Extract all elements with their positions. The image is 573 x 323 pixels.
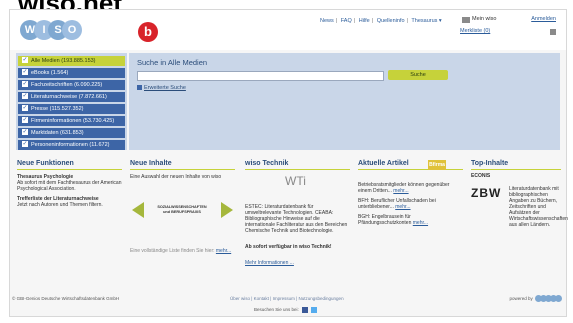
- share-label: Besuchen Sie uns bei:: [254, 307, 299, 313]
- menu-item-alle-medien[interactable]: ✓ Alle Medien (193.885.153): [18, 56, 125, 66]
- slide-line2: und BERUFSPRAXIS: [163, 210, 201, 214]
- arrow-right-icon[interactable]: [221, 202, 233, 218]
- menu-item-label: Fachzeitschriften (6.090.225): [31, 82, 103, 88]
- my-wiso-icon: [462, 17, 470, 23]
- social-share: Besuchen Sie uns bei:: [254, 307, 318, 313]
- technik-text: ESTEC: Literaturdatenbank für umweltrele…: [245, 204, 348, 234]
- menu-item-label: Firmeninformationen (53.730.425): [31, 118, 115, 124]
- checkbox-icon[interactable]: ✓: [22, 92, 28, 99]
- news-p2: Jetzt nach Autoren und Themen filtern.: [17, 202, 103, 208]
- wiso-page: W I S O b News | FAQ | Hilfe | Quelleninfo |…: [9, 9, 568, 317]
- my-wiso-link[interactable]: Mein wiso: [472, 16, 496, 22]
- header: W I S O b News | FAQ | Hilfe | Quelleninfo |…: [10, 10, 566, 50]
- article-3-text: BGH: Engelbrausein für Pfändungsschutzko…: [358, 214, 412, 226]
- checkbox-icon[interactable]: ✓: [22, 80, 28, 87]
- article-2[interactable]: BFH: Beruflicher Unfallschaden bei unter…: [358, 198, 463, 210]
- wiso-logo[interactable]: W I S O: [20, 20, 120, 40]
- menu-item-label: Presse (115.527.352): [31, 106, 84, 112]
- watchlist-icon: [550, 29, 556, 35]
- firma-badge: Bfirma: [428, 160, 446, 170]
- wti-logo: WTi: [285, 174, 306, 188]
- user-box: Mein wiso Anmelden Merkliste (0): [460, 16, 560, 40]
- slide-caption[interactable]: SOZIALWISSENSCHAFTEN und BERUFSPRAXIS: [152, 205, 212, 215]
- new-content-more: Eine vollständige Liste finden Sie hier:…: [130, 248, 231, 254]
- search-button[interactable]: Suche: [388, 70, 448, 80]
- checkbox-icon[interactable]: ✓: [22, 116, 28, 123]
- article-2-more[interactable]: mehr...: [395, 204, 410, 210]
- news-column: Neue Funktionen Thesaurus Psychologie Ab…: [17, 160, 122, 270]
- article-3[interactable]: BGH: Engelbrausein für Pfändungsschutzko…: [358, 214, 463, 226]
- genios-logo-icon[interactable]: [535, 295, 562, 303]
- content-slider: SOZIALWISSENSCHAFTEN und BERUFSPRAXIS: [130, 194, 235, 228]
- footer-links[interactable]: Über wiso | Kontakt | Impressum | Nutzun…: [230, 296, 344, 301]
- menu-item-label: Literaturnachweise (7.872.661): [31, 94, 107, 100]
- menu-item-fachzeitschriften[interactable]: ✓ Fachzeitschriften (6.090.225): [18, 80, 125, 90]
- top-nav: News | FAQ | Hilfe | Quelleninfo | Thesaurus…: [320, 18, 442, 24]
- copyright: © GBI-Genios Deutsche Wirtschaftsdatenba…: [12, 296, 120, 301]
- checkbox-icon[interactable]: ✓: [22, 104, 28, 111]
- nav-quelleninfo[interactable]: Quelleninfo: [377, 18, 405, 24]
- technik-link[interactable]: Mehr Informationen ...: [245, 260, 294, 266]
- more-text: Eine vollständige Liste finden Sie hier:: [130, 248, 215, 254]
- checkbox-icon[interactable]: ✓: [22, 140, 28, 147]
- checkbox-icon[interactable]: ✓: [22, 68, 28, 75]
- plus-icon: [137, 85, 142, 91]
- nav-news[interactable]: News: [320, 18, 334, 24]
- new-content-title: Neue Inhalte: [130, 160, 235, 170]
- technik-column: wiso Technik WTi ESTEC: Literaturdatenba…: [245, 160, 350, 270]
- new-content-column: Neue Inhalte Eine Auswahl der neuen Inha…: [130, 160, 235, 270]
- advanced-search-label: Erweiterte Suche: [144, 85, 186, 91]
- econis-label: ECONIS: [471, 173, 491, 179]
- arrow-left-icon[interactable]: [132, 202, 144, 218]
- article-3-more[interactable]: mehr...: [413, 220, 428, 226]
- article-1-more[interactable]: mehr...: [393, 188, 408, 194]
- menu-item-marktdaten[interactable]: ✓ Marktdaten (631.853): [18, 128, 125, 138]
- menu-item-label: Marktdaten (631.853): [31, 130, 84, 136]
- menu-item-personeninformationen[interactable]: ✓ Personeninformationen (11.672): [18, 140, 125, 150]
- top-content-column: Top-Inhalte ECONIS ZBW Literaturdatenban…: [471, 160, 568, 270]
- article-1[interactable]: Betriebsratsmitglieder können gegenüber …: [358, 182, 463, 194]
- zbw-logo: ZBW: [471, 186, 502, 200]
- b-badge[interactable]: b: [138, 22, 158, 42]
- powered-by: powered by: [509, 295, 562, 303]
- checkbox-icon[interactable]: ✓: [22, 128, 28, 135]
- media-menu: ✓ Alle Medien (193.885.153) ✓ eBooks (1.56…: [16, 53, 127, 150]
- search-title: Suche in Alle Medien: [137, 58, 208, 67]
- logo-letter-o: O: [62, 20, 82, 40]
- menu-item-label: eBooks (1.564): [31, 70, 69, 76]
- nav-thesaurus[interactable]: Thesaurus ▾: [411, 18, 441, 24]
- new-content-intro: Eine Auswahl der neuen Inhalte von wiso: [130, 174, 222, 180]
- facebook-icon[interactable]: [302, 307, 309, 313]
- articles-title: Aktuelle Artikel: [358, 160, 463, 170]
- advanced-search-link[interactable]: Erweiterte Suche: [137, 85, 186, 91]
- nav-faq[interactable]: FAQ: [341, 18, 352, 24]
- menu-item-firmeninformationen[interactable]: ✓ Firmeninformationen (53.730.425): [18, 116, 125, 126]
- articles-column: Aktuelle Artikel Bfirma Betriebsratsmitg…: [358, 160, 463, 270]
- search-input[interactable]: [137, 71, 384, 81]
- more-link[interactable]: mehr...: [216, 248, 231, 254]
- technik-bold: Ab sofort verfügbar in wiso Technik!: [245, 244, 332, 250]
- menu-item-label: Alle Medien (193.885.153): [31, 58, 96, 64]
- checkbox-icon[interactable]: ✓: [22, 56, 28, 63]
- top-content-text: Literaturdatenbank mit bibliographischen…: [509, 186, 568, 228]
- footer: © GBI-Genios Deutsche Wirtschaftsdatenba…: [10, 290, 566, 316]
- menu-item-label: Personeninformationen (11.672): [31, 142, 110, 148]
- menu-item-ebooks[interactable]: ✓ eBooks (1.564): [18, 68, 125, 78]
- nav-hilfe[interactable]: Hilfe: [359, 18, 370, 24]
- menu-item-literaturnachweise[interactable]: ✓ Literaturnachweise (7.872.661): [18, 92, 125, 102]
- twitter-icon[interactable]: [311, 307, 318, 313]
- news-title: Neue Funktionen: [17, 160, 122, 170]
- powered-by-label: powered by: [509, 296, 533, 302]
- search-panel: Suche in Alle Medien Suche Erweiterte Su…: [129, 53, 560, 150]
- news-p1: Ab sofort mit dem Fachthesaurus der Amer…: [17, 180, 122, 192]
- menu-item-presse[interactable]: ✓ Presse (115.527.352): [18, 104, 125, 114]
- technik-title: wiso Technik: [245, 160, 350, 170]
- top-content-title: Top-Inhalte: [471, 160, 561, 170]
- watchlist-link[interactable]: Merkliste (0): [460, 28, 490, 34]
- login-link[interactable]: Anmelden: [531, 16, 556, 22]
